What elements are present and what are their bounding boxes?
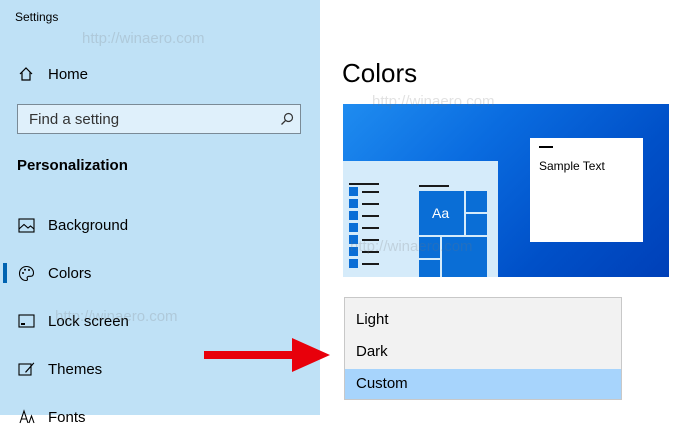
- preview-sample-text: Sample Text: [539, 159, 605, 173]
- palette-icon: [17, 264, 35, 282]
- nav-home[interactable]: Home: [0, 58, 320, 90]
- fonts-icon: [17, 408, 35, 426]
- sidebar-item-label: Lock screen: [48, 312, 129, 330]
- preview-tile: [442, 237, 487, 277]
- preview-tile: [419, 260, 440, 277]
- section-title: Personalization: [17, 157, 128, 174]
- preview-tile-label: Aa: [432, 205, 450, 221]
- preview-tile: [466, 191, 487, 212]
- lock-screen-icon: [17, 312, 35, 330]
- sidebar-item-background[interactable]: Background: [0, 208, 320, 242]
- window-title: Settings: [15, 10, 59, 24]
- preview-tile: [466, 214, 487, 235]
- annotation-arrow-icon: [204, 338, 330, 372]
- color-preview: Aa Sample Text: [343, 104, 669, 277]
- picture-icon: [17, 216, 35, 234]
- sidebar-item-colors[interactable]: Colors: [0, 256, 320, 290]
- sidebar-item-lock-screen[interactable]: Lock screen: [0, 304, 320, 338]
- search-icon[interactable]: [280, 112, 294, 126]
- home-icon: [17, 65, 35, 83]
- search-box: [17, 104, 301, 134]
- preview-tile: Aa: [419, 191, 464, 235]
- sidebar-item-label: Fonts: [48, 408, 86, 426]
- active-indicator: [3, 263, 7, 283]
- dropdown-option-custom[interactable]: Custom: [345, 369, 621, 399]
- preview-start-window: Aa: [343, 161, 498, 277]
- dropdown-option-dark[interactable]: Dark: [345, 337, 621, 367]
- sidebar-item-label: Background: [48, 216, 129, 234]
- dropdown-option-light[interactable]: Light: [345, 305, 621, 335]
- preview-sample-rule: [539, 146, 553, 148]
- sidebar-item-fonts[interactable]: Fonts: [0, 400, 320, 434]
- preview-tile: [419, 237, 440, 258]
- sidebar-item-label: Themes: [48, 360, 103, 378]
- search-input[interactable]: [18, 105, 279, 133]
- nav-home-label: Home: [48, 65, 89, 83]
- preview-sample-window: Sample Text: [530, 138, 643, 242]
- mode-dropdown-list[interactable]: Light Dark Custom: [344, 297, 622, 400]
- sidebar-item-label: Colors: [48, 264, 92, 282]
- themes-icon: [17, 360, 35, 378]
- page-title: Colors: [342, 58, 418, 88]
